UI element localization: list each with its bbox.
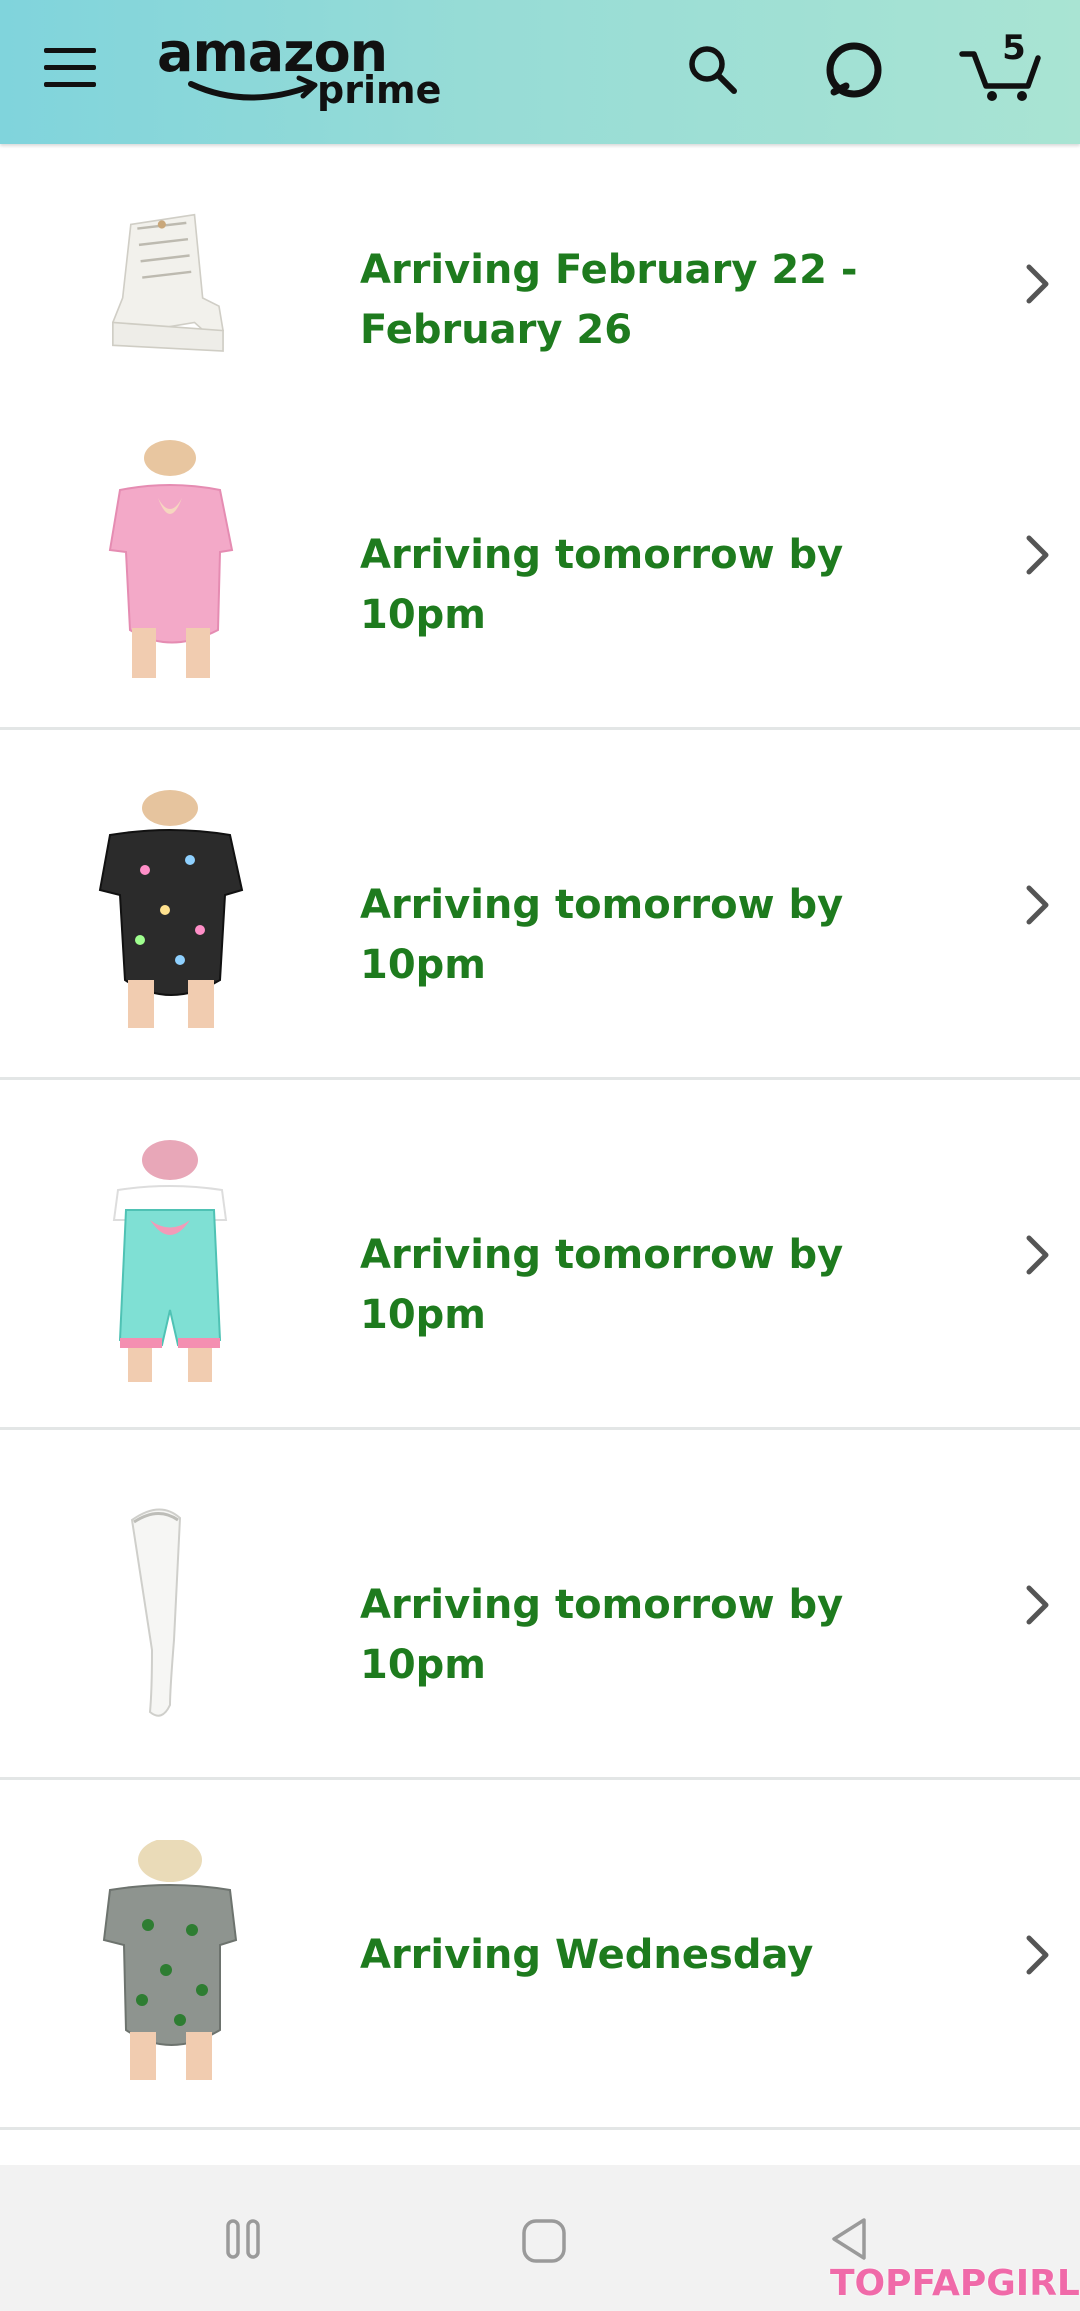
product-thumbnail-gray-printed-bodysuit (102, 1840, 238, 2080)
search-icon[interactable] (685, 42, 739, 96)
home-icon[interactable] (520, 2217, 568, 2265)
product-thumbnail-white-boot (111, 213, 224, 352)
order-item[interactable]: Arriving Wednesday (0, 1780, 1080, 2130)
product-thumbnail-white-stocking (130, 1508, 182, 1717)
order-status: Arriving tomorrow by 10pm (360, 882, 844, 988)
chevron-right-icon[interactable] (1024, 262, 1052, 306)
order-item[interactable]: Arriving tomorrow by 10pm (0, 1430, 1080, 1780)
recents-icon[interactable] (224, 2217, 264, 2261)
order-item[interactable]: Arriving tomorrow by 10pm (0, 380, 1080, 730)
smile-arrow-icon (188, 75, 318, 101)
order-item[interactable]: Arriving tomorrow by 10pm (0, 1080, 1080, 1430)
page: amazon prime 5 Arriving February 22 - Fe… (0, 0, 1080, 2311)
chevron-right-icon[interactable] (1024, 1933, 1052, 1977)
watermark-text: TOPFAPGIRLS (830, 2263, 1080, 2304)
system-navigation-bar: TOPFAPGIRLS (0, 2165, 1080, 2311)
order-status: Arriving February 22 - February 26 (360, 247, 858, 353)
product-thumbnail-pink-bodysuit (108, 440, 234, 678)
hamburger-menu-icon[interactable] (42, 44, 98, 92)
cart-count-badge: 5 (1002, 28, 1026, 68)
alexa-icon[interactable] (824, 40, 884, 100)
amazon-prime-logo[interactable]: amazon prime (157, 20, 447, 120)
order-item[interactable]: Arriving tomorrow by 10pm (0, 730, 1080, 1080)
chevron-right-icon[interactable] (1024, 883, 1052, 927)
cart-icon[interactable]: 5 (958, 28, 1044, 104)
order-status: Arriving tomorrow by 10pm (360, 1232, 844, 1338)
back-icon[interactable] (826, 2215, 872, 2263)
product-thumbnail-black-printed-bodysuit (98, 790, 244, 1028)
logo-prime-text: prime (317, 68, 442, 112)
order-status: Arriving tomorrow by 10pm (360, 532, 844, 638)
chevron-right-icon[interactable] (1024, 1233, 1052, 1277)
product-thumbnail-mint-overall-shorts (112, 1140, 228, 1382)
chevron-right-icon[interactable] (1024, 1583, 1052, 1627)
chevron-right-icon[interactable] (1024, 533, 1052, 577)
app-header: amazon prime 5 (0, 0, 1080, 144)
order-status: Arriving tomorrow by 10pm (360, 1582, 844, 1688)
order-status: Arriving Wednesday (360, 1932, 814, 1978)
